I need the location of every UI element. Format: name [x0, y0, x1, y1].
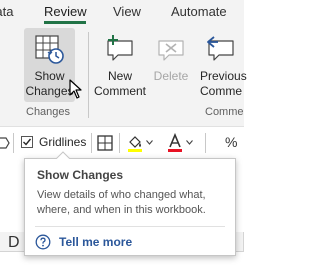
- tooltip-divider: [35, 226, 225, 227]
- previous-comment-label-line2: Comme: [200, 84, 243, 98]
- new-comment-label-line2: Comment: [93, 84, 146, 98]
- help-icon: [35, 234, 51, 250]
- font-color-icon[interactable]: [167, 133, 183, 153]
- column-header-letter: D: [8, 234, 20, 251]
- toolbar-separator: [205, 133, 206, 153]
- partial-icon: [0, 137, 10, 149]
- tell-me-more-label: Tell me more: [59, 235, 133, 249]
- tab-data[interactable]: Data: [0, 4, 13, 19]
- chevron-down-icon[interactable]: [146, 140, 153, 145]
- tab-automate[interactable]: Automate: [171, 4, 227, 19]
- ribbon-review: Show Changes Changes New Comment Delete: [0, 24, 247, 126]
- show-changes-label-line1: Show: [34, 69, 65, 83]
- tooltip-title: Show Changes: [37, 168, 124, 182]
- toolbar-separator: [13, 133, 14, 153]
- tab-review[interactable]: Review: [44, 4, 87, 19]
- format-toolbar: Gridlines %: [0, 126, 244, 159]
- checkmark-icon: [23, 138, 32, 146]
- group-label-comments: Comme: [205, 106, 244, 118]
- borders-icon[interactable]: [97, 135, 113, 151]
- new-comment-label-line1: New: [107, 69, 132, 83]
- chevron-down-icon[interactable]: [186, 140, 193, 145]
- new-comment-button[interactable]: New Comment: [92, 28, 148, 102]
- gridlines-label: Gridlines: [39, 135, 87, 149]
- show-changes-icon: [35, 35, 64, 64]
- new-comment-icon: [107, 35, 133, 61]
- show-changes-button[interactable]: Show Changes: [24, 28, 75, 102]
- delete-comment-icon: [158, 40, 184, 61]
- previous-comment-icon: [207, 36, 234, 61]
- ribbon-tab-bar: Data Review View Automate: [0, 0, 244, 24]
- tooltip-description: View details of who changed what, where,…: [37, 189, 206, 216]
- previous-comment-label-line1: Previous: [200, 69, 247, 83]
- tooltip-pointer: [56, 151, 70, 159]
- toolbar-separator: [91, 133, 92, 153]
- gridlines-checkbox[interactable]: [21, 136, 33, 148]
- show-changes-tooltip: Show Changes View details of who changed…: [24, 158, 236, 256]
- delete-comment-button[interactable]: Delete: [148, 28, 194, 102]
- group-label-changes: Changes: [26, 106, 71, 118]
- show-changes-label-line2: Changes: [25, 84, 74, 98]
- previous-comment-button[interactable]: Previous Comme: [196, 28, 256, 102]
- mouse-pointer-icon: [69, 79, 82, 99]
- fill-color-icon[interactable]: [126, 133, 144, 153]
- group-separator: [88, 32, 89, 118]
- tab-view[interactable]: View: [113, 4, 141, 19]
- delete-comment-label: Delete: [153, 69, 189, 83]
- percent-style-button[interactable]: %: [225, 134, 237, 150]
- toolbar-separator: [119, 133, 120, 153]
